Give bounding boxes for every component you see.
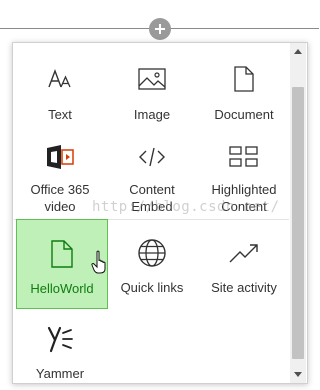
scroll-down-button[interactable]	[290, 367, 306, 383]
tile-label: Image	[133, 107, 171, 122]
tile-label: Quick links	[120, 280, 184, 295]
tile-content-embed[interactable]: Content Embed	[106, 127, 198, 217]
tile-label: Text	[48, 107, 72, 122]
webpart-toolbox: Text Image Document Office 365 video Con…	[12, 42, 308, 384]
tile-label: Highlighted Content	[211, 182, 277, 214]
vertical-scrollbar[interactable]	[290, 43, 306, 383]
tile-label: Document	[214, 107, 274, 122]
tile-label: Office 365 video	[30, 182, 90, 214]
highlighted-content-icon	[198, 139, 290, 175]
caret-up-icon	[294, 49, 302, 54]
tile-yammer[interactable]: Yammer	[14, 311, 106, 383]
scrollbar-thumb[interactable]	[292, 87, 304, 359]
tile-label: Yammer	[35, 366, 85, 381]
tile-site-activity[interactable]: Site activity	[198, 219, 290, 309]
tile-helloworld[interactable]: HelloWorld	[16, 219, 108, 309]
tile-office365-video[interactable]: Office 365 video	[14, 127, 106, 217]
yammer-icon	[14, 321, 106, 357]
add-webpart-button[interactable]	[149, 18, 171, 40]
tile-image[interactable]: Image	[106, 43, 198, 123]
tile-label: HelloWorld	[30, 281, 94, 296]
text-size-icon	[14, 61, 106, 96]
tile-label: Content Embed	[129, 182, 175, 214]
office365-video-icon	[14, 139, 106, 175]
plus-icon	[155, 24, 165, 34]
tile-label: Site activity	[211, 280, 277, 295]
trend-icon	[198, 235, 290, 271]
image-icon	[106, 61, 198, 96]
tile-highlighted-content[interactable]: Highlighted Content	[198, 127, 290, 217]
tile-quick-links[interactable]: Quick links	[106, 219, 198, 309]
document-icon	[198, 61, 290, 96]
caret-down-icon	[294, 372, 302, 377]
scroll-up-button[interactable]	[290, 43, 306, 59]
tile-text[interactable]: Text	[14, 43, 106, 123]
tile-document[interactable]: Document	[198, 43, 290, 123]
code-icon	[106, 139, 198, 175]
globe-icon	[106, 235, 198, 271]
